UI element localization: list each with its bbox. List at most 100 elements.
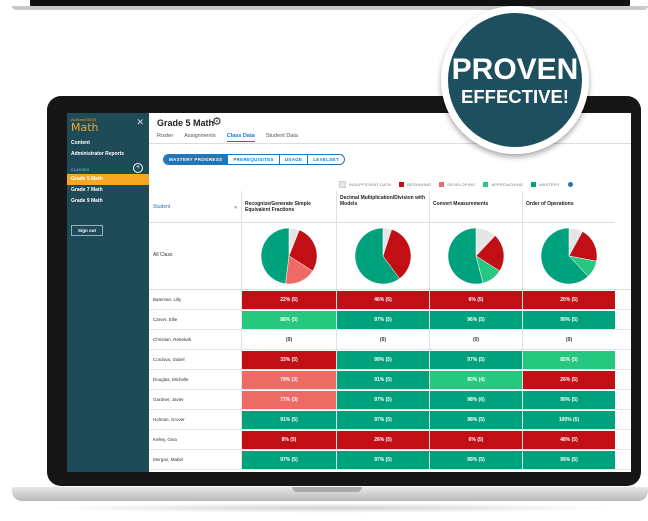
score-cell[interactable]: 99% (5) <box>523 391 615 409</box>
column-header-skill-3[interactable]: Convert Measurements <box>429 191 522 223</box>
gear-icon[interactable]: ⚙ <box>212 117 222 128</box>
sidebar-item-grade-7-math[interactable]: Grade 7 Math <box>67 185 149 196</box>
sidebar-item-administrator-reports[interactable]: Administrator Reports <box>71 151 124 157</box>
student-name[interactable]: Gardner, Javier <box>153 397 184 402</box>
score-cell[interactable]: (0) <box>242 331 336 349</box>
subtab-usage[interactable]: USAGE <box>278 155 308 164</box>
student-name[interactable]: Cordova, Izabel <box>153 357 185 362</box>
score-cell[interactable]: 99% (5) <box>337 351 429 369</box>
column-header-skill-2[interactable]: Decimal Multiplication/Division with Mod… <box>336 191 429 223</box>
score-cell[interactable]: 97% (5) <box>337 451 429 469</box>
tab-class-data[interactable]: Class Data <box>226 133 255 142</box>
score-cell[interactable]: 79% (3) <box>242 371 336 389</box>
info-icon[interactable] <box>567 182 573 187</box>
student-name[interactable]: Christian, Rebekah <box>153 337 191 342</box>
laptop-notch <box>292 487 362 492</box>
student-name[interactable]: Morgan, Mabel <box>153 457 183 462</box>
close-icon[interactable]: ✕ <box>136 117 144 128</box>
tab-bar: Roster Assignments Class Data Student Da… <box>157 133 309 142</box>
student-name[interactable]: Kelley, Gina <box>153 437 177 442</box>
score-cell[interactable]: 91% (5) <box>337 371 429 389</box>
score-cell[interactable]: 80% (4) <box>430 371 522 389</box>
score-cell[interactable]: 20% (5) <box>523 291 615 309</box>
score-cell[interactable]: (0) <box>337 331 429 349</box>
table-row[interactable]: Carver, Ellie 88% (5) 97% (5) 96% (5) 99% (5… <box>149 310 631 330</box>
student-name[interactable]: Holman, Grover <box>153 417 185 422</box>
table-row[interactable]: Bateman, Lilly 22% (5) 46% (5) 6% (5) 20% (5… <box>149 290 631 310</box>
tab-student-data[interactable]: Student Data <box>266 133 298 142</box>
legend-swatch <box>439 182 445 187</box>
legend-item-insufficient-data: INSUFFICIENT DATA <box>339 181 391 188</box>
pie-slice-mastery <box>260 227 289 285</box>
column-header-label: Convert Measurements <box>433 201 489 207</box>
table-row[interactable]: Cordova, Izabel 33% (5) 99% (5) 97% (5) 85% … <box>149 350 631 370</box>
student-name[interactable]: Douglas, Michelle <box>153 377 189 382</box>
score-cell[interactable]: 33% (5) <box>242 351 336 369</box>
score-cell[interactable]: 91% (5) <box>242 411 336 429</box>
all-class-pie-2[interactable] <box>354 227 412 285</box>
page-title: Grade 5 Math <box>157 118 215 128</box>
view-switcher: MASTERY PROGRESS PREREQUISITES USAGE LEV… <box>163 154 345 165</box>
score-cell[interactable]: 97% (5) <box>337 411 429 429</box>
score-cell[interactable]: 97% (5) <box>337 391 429 409</box>
all-class-pie-1[interactable] <box>260 227 318 285</box>
sidebar-item-grade-9-math[interactable]: Grade 9 Math <box>67 196 149 207</box>
score-cell[interactable]: 46% (5) <box>337 291 429 309</box>
student-name[interactable]: Bateman, Lilly <box>153 297 181 302</box>
score-cell[interactable]: 26% (5) <box>523 371 615 389</box>
table-row[interactable]: Christian, Rebekah (0) (0) (0) (0) <box>149 330 631 350</box>
score-cell[interactable]: 85% (5) <box>523 351 615 369</box>
column-header-skill-4[interactable]: Order of Operations <box>522 191 615 223</box>
tab-roster[interactable]: Roster <box>157 133 173 142</box>
legend-label: DEVELOPING <box>447 182 476 187</box>
subtab-levelset[interactable]: LEVELSET <box>307 155 344 164</box>
all-class-pie-4[interactable] <box>540 227 598 285</box>
score-cell[interactable]: 8% (5) <box>242 431 336 449</box>
score-cell[interactable]: 99% (5) <box>430 451 522 469</box>
score-cell[interactable]: 6% (5) <box>430 291 522 309</box>
score-cell[interactable]: 96% (5) <box>430 311 522 329</box>
score-cell[interactable]: 48% (5) <box>523 431 615 449</box>
sort-ascending-icon[interactable]: ^ <box>234 206 237 212</box>
score-cell[interactable]: 22% (5) <box>242 291 336 309</box>
score-cell[interactable]: 99% (5) <box>523 451 615 469</box>
student-column-header[interactable]: Student ^ <box>149 191 241 223</box>
sign-out-button[interactable]: Sign out <box>71 225 103 236</box>
column-header-skill-1[interactable]: Recognize/Generate Simple Equivalent Fra… <box>241 191 336 223</box>
subtab-mastery-progress[interactable]: MASTERY PROGRESS <box>164 155 228 164</box>
table-row[interactable]: Morgan, Mabel 97% (5) 97% (5) 99% (5) 99% (5… <box>149 450 631 470</box>
all-class-pie-3[interactable] <box>447 227 505 285</box>
legend-swatch <box>339 181 346 188</box>
tab-assignments[interactable]: Assignments <box>184 133 216 142</box>
mastery-legend: INSUFFICIENT DATA BEGINNING DEVELOPING APPR… <box>339 181 573 188</box>
legend-item-beginning: BEGINNING <box>399 182 431 187</box>
sidebar-item-content[interactable]: Content <box>71 140 90 146</box>
badge-line-2: EFFECTIVE! <box>461 86 569 107</box>
add-class-icon[interactable]: + <box>133 163 143 173</box>
subtab-prerequisites[interactable]: PREREQUISITES <box>227 155 278 164</box>
column-header-label: Order of Operations <box>526 201 574 207</box>
sidebar-item-grade-5-math[interactable]: Grade 5 Math <box>67 174 149 185</box>
student-name[interactable]: Carver, Ellie <box>153 317 177 322</box>
table-row[interactable]: Douglas, Michelle 79% (3) 91% (5) 80% (4) 26… <box>149 370 631 390</box>
score-cell[interactable]: 97% (5) <box>242 451 336 469</box>
legend-label: MASTERY <box>539 182 560 187</box>
score-cell[interactable]: 88% (5) <box>242 311 336 329</box>
score-cell[interactable]: 77% (3) <box>242 391 336 409</box>
score-cell[interactable]: 100% (5) <box>523 411 615 429</box>
column-header-label: Decimal Multiplication/Division with Mod… <box>340 195 426 207</box>
score-cell[interactable]: 26% (5) <box>337 431 429 449</box>
score-cell[interactable]: 99% (5) <box>523 311 615 329</box>
table-row[interactable]: Gardner, Javier 77% (3) 97% (5) 98% (6) 99% … <box>149 390 631 410</box>
score-cell[interactable]: 97% (5) <box>337 311 429 329</box>
table-row[interactable]: Holman, Grover 91% (5) 97% (5) 98% (5) 100% … <box>149 410 631 430</box>
score-cell[interactable]: 97% (5) <box>430 351 522 369</box>
legend-item-developing: DEVELOPING <box>439 182 475 187</box>
score-cell[interactable]: 98% (5) <box>430 411 522 429</box>
score-cell[interactable]: 6% (5) <box>430 431 522 449</box>
brand-logo[interactable]: Achieve3000 Math <box>71 117 99 133</box>
score-cell[interactable]: (0) <box>430 331 522 349</box>
score-cell[interactable]: 98% (6) <box>430 391 522 409</box>
table-row[interactable]: Kelley, Gina 8% (5) 26% (5) 6% (5) 48% (5) <box>149 430 631 450</box>
score-cell[interactable]: (0) <box>523 331 615 349</box>
